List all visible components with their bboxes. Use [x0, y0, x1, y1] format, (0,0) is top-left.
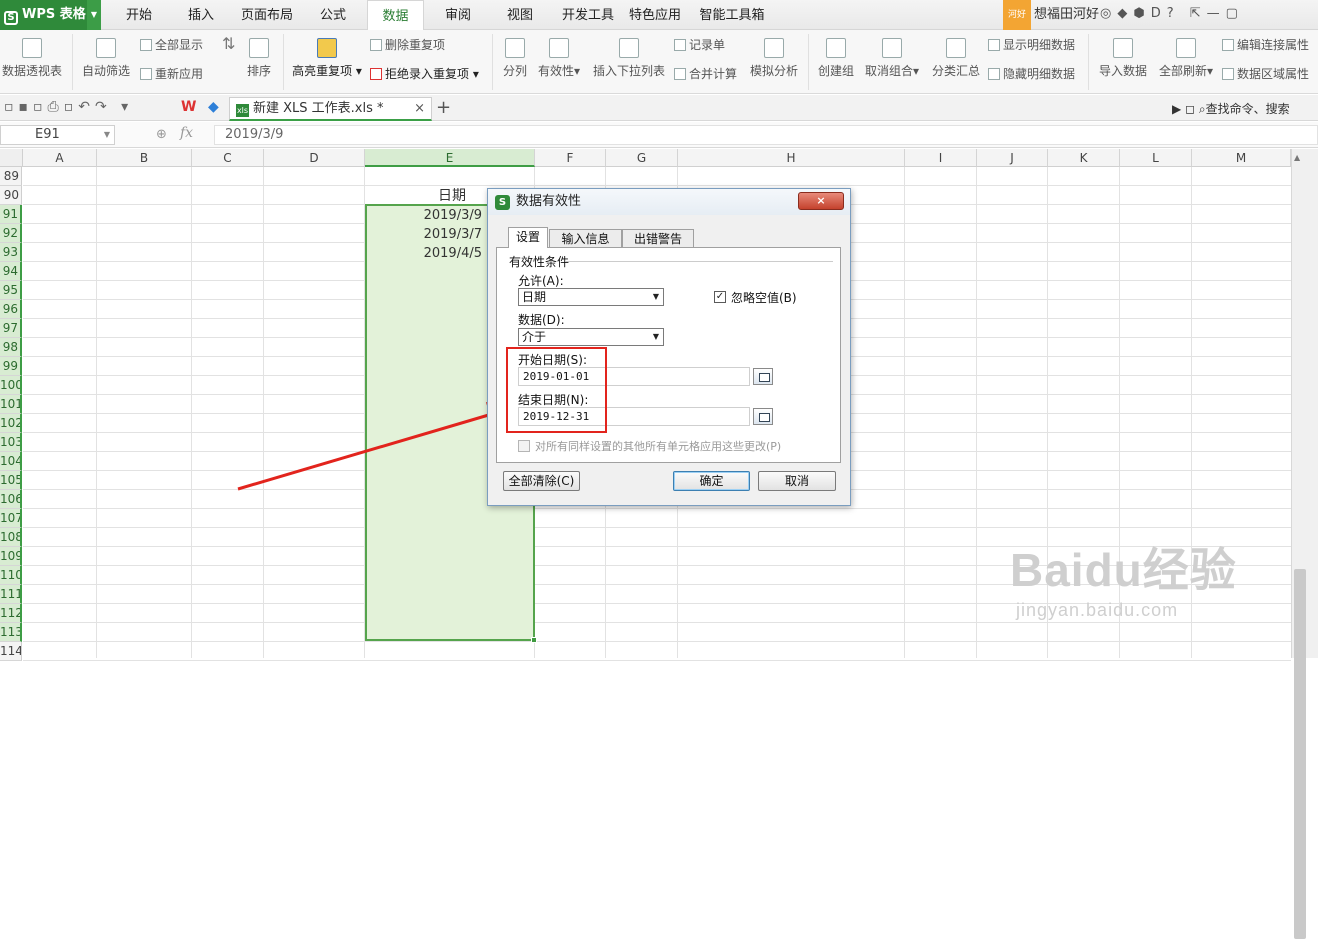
section-title: 有效性条件: [509, 255, 570, 269]
ignore-blank-checkbox[interactable]: ✓: [714, 291, 726, 303]
ok-button[interactable]: 确定: [673, 471, 750, 491]
apply-all-label: 对所有同样设置的其他所有单元格应用这些更改(P): [535, 440, 782, 453]
tab-input-message[interactable]: 输入信息: [549, 229, 622, 248]
dialog-titlebar[interactable]: S 数据有效性 ×: [488, 189, 850, 215]
data-select[interactable]: 介于 ▼: [518, 328, 664, 346]
close-icon[interactable]: ×: [798, 192, 844, 210]
clear-all-button[interactable]: 全部清除(C): [503, 471, 580, 491]
annotation-highlight-box: [506, 347, 607, 433]
dialog-title: 数据有效性: [516, 194, 582, 209]
divider: [565, 261, 833, 262]
tab-settings[interactable]: 设置: [508, 227, 548, 248]
range-picker-icon[interactable]: [753, 408, 773, 425]
range-picker-icon[interactable]: [753, 368, 773, 385]
chevron-down-icon[interactable]: ▼: [653, 329, 659, 345]
data-label: 数据(D):: [518, 313, 565, 327]
allow-select[interactable]: 日期 ▼: [518, 288, 664, 306]
gridline: [23, 660, 1291, 661]
chevron-down-icon[interactable]: ▼: [653, 289, 659, 305]
tab-error-alert[interactable]: 出错警告: [622, 229, 694, 248]
wps-sheet-icon: S: [495, 195, 510, 210]
ignore-blank-label: 忽略空值(B): [731, 291, 797, 305]
apply-all-checkbox[interactable]: [518, 440, 530, 452]
cancel-button[interactable]: 取消: [758, 471, 836, 491]
allow-label: 允许(A):: [518, 274, 564, 288]
